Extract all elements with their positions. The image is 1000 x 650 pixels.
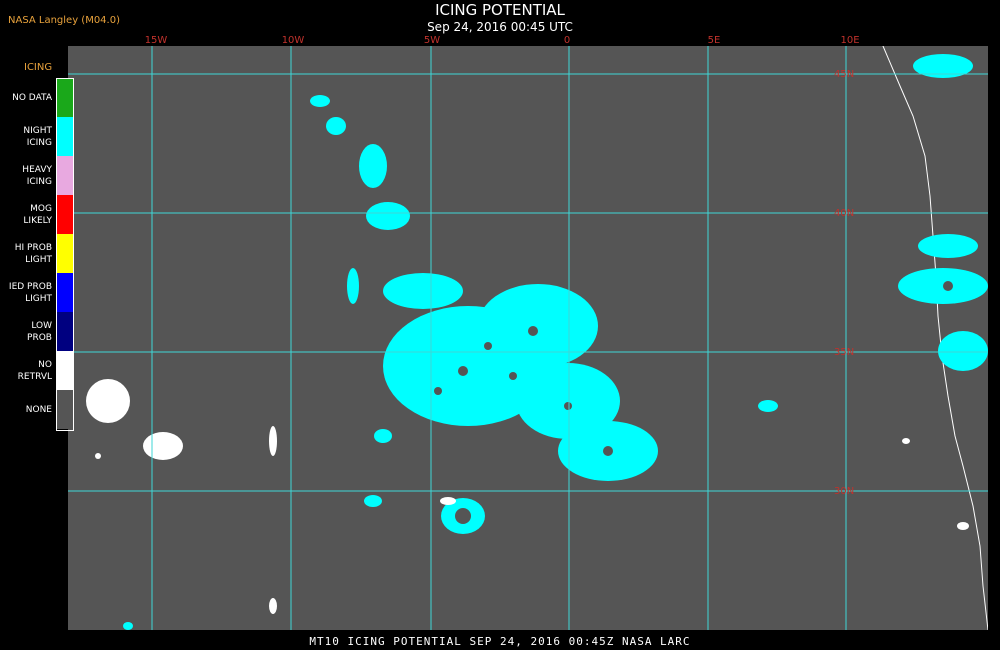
legend-label: HEAVY ICING	[22, 164, 52, 187]
icing-map: 45N 40N 35N 30N	[68, 46, 988, 630]
longitude-label-0: 0	[563, 35, 571, 46]
icing-patch	[123, 622, 133, 630]
night-icing-areas	[123, 54, 988, 630]
legend-label: IED PROB LIGHT	[8, 281, 52, 304]
longitude-label-15w: 15W	[144, 35, 168, 46]
legend-label: LOW PROB	[27, 320, 52, 343]
icing-patch	[364, 495, 382, 507]
longitude-label-10w: 10W	[281, 35, 305, 46]
icing-patch	[374, 429, 392, 443]
no-retrieval-patch	[269, 598, 277, 614]
no-retrieval-patch	[957, 522, 969, 530]
icing-patch	[359, 144, 387, 188]
bottom-caption: MT10 ICING POTENTIAL SEP 24, 2016 00:45Z…	[309, 635, 691, 648]
legend-border	[56, 78, 74, 431]
legend-label: MOG LIKELY	[23, 203, 52, 226]
legend-label: HI PROB LIGHT	[14, 242, 52, 265]
no-retrieval-patch	[143, 432, 183, 460]
map-timestamp: Sep 24, 2016 00:45 UTC	[427, 20, 573, 34]
no-retrieval-patch	[440, 497, 456, 505]
icing-patch	[383, 273, 463, 309]
longitude-label-5w: 5W	[423, 35, 441, 46]
latitude-label-35n: 35N	[834, 347, 854, 358]
icing-legend: ICING NO DATA NIGHT ICING HEAVY ICING MOG LIKE…	[0, 58, 84, 446]
no-retrieval-patch	[95, 453, 101, 459]
icing-patch	[366, 202, 410, 230]
no-retrieval-patch	[902, 438, 910, 444]
map-title: ICING POTENTIAL	[435, 1, 565, 19]
icing-patch	[310, 95, 330, 107]
map-canvas: 45N 40N 35N 30N	[68, 46, 988, 630]
icing-patch	[347, 268, 359, 304]
longitude-label-10e: 10E	[840, 35, 860, 46]
icing-patch	[938, 331, 988, 371]
legend-label: NONE	[25, 404, 52, 415]
longitude-label-5e: 5E	[707, 35, 721, 46]
legend-label: NO RETRVL	[17, 359, 52, 382]
no-retrieval-patch	[86, 379, 130, 423]
latitude-label-30n: 30N	[834, 486, 854, 497]
legend-label: NIGHT ICING	[23, 125, 52, 148]
icing-patch	[758, 400, 778, 412]
legend-label: NO DATA	[12, 92, 52, 103]
legend-title: ICING	[24, 62, 53, 73]
icing-patch	[516, 363, 620, 439]
icing-patch	[918, 234, 978, 258]
icing-patch	[478, 284, 598, 368]
latitude-label-45n: 45N	[834, 69, 854, 80]
no-retrieval-patch	[269, 426, 277, 456]
latitude-label-40n: 40N	[834, 208, 854, 219]
icing-patch	[326, 117, 346, 135]
